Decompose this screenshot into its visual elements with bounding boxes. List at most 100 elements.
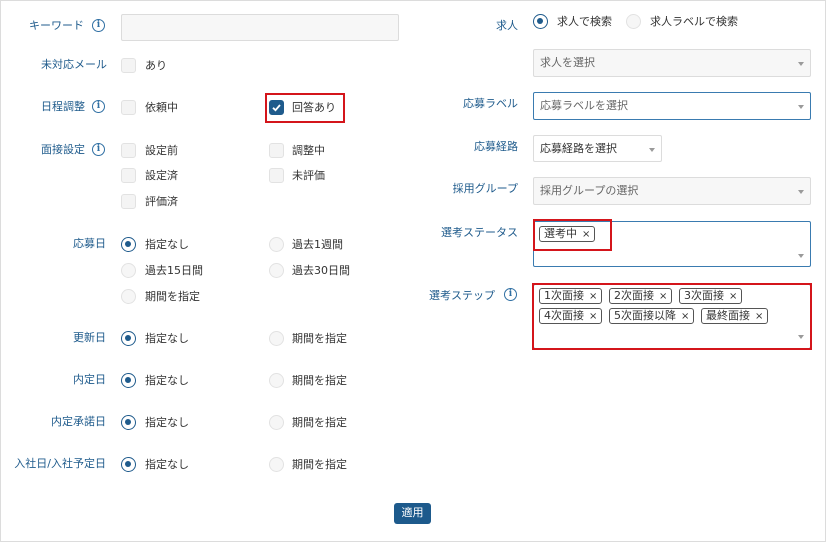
offer-date-none-label: 指定なし — [145, 374, 189, 387]
applicant-label-label: 応募ラベル — [463, 97, 518, 110]
remove-icon[interactable]: × — [729, 291, 737, 302]
check-icon — [272, 104, 281, 112]
job-label-search-label: 求人ラベルで検索 — [650, 15, 738, 28]
applied-date-30days-label: 過去30日間 — [292, 264, 350, 277]
join-date-period-radio[interactable] — [269, 457, 284, 472]
interview-before-label: 設定前 — [145, 144, 178, 157]
group-select[interactable]: 採用グループの選択 — [533, 177, 811, 205]
applied-date-15days-radio[interactable] — [121, 263, 136, 278]
step-tag: 4次面接 × — [539, 308, 603, 324]
job-label-search-radio[interactable] — [626, 14, 641, 29]
join-date-label: 入社日/入社予定日 — [14, 457, 106, 470]
offer-accept-date-none-radio[interactable] — [121, 415, 136, 430]
step-info-icon[interactable]: i — [504, 288, 517, 301]
interview-unevaluated-label: 未評価 — [292, 169, 325, 182]
applied-date-1week-radio[interactable] — [269, 237, 284, 252]
applied-date-1week-label: 過去1週間 — [292, 238, 343, 251]
remove-icon[interactable]: × — [659, 291, 667, 302]
remove-icon[interactable]: × — [755, 311, 763, 322]
offer-date-label: 内定日 — [73, 373, 106, 386]
keyword-info-icon[interactable]: i — [92, 19, 105, 32]
interview-evaluated-checkbox[interactable] — [121, 194, 136, 209]
join-date-period-label: 期間を指定 — [292, 458, 347, 471]
apply-button[interactable]: 適用 — [394, 503, 431, 524]
step-label: 選考ステップ — [429, 289, 495, 302]
step-tag: 1次面接 × — [539, 288, 603, 304]
offer-date-period-label: 期間を指定 — [292, 374, 347, 387]
job-select-placeholder: 求人を選択 — [540, 56, 595, 69]
interview-setting-info-icon[interactable]: i — [92, 143, 105, 156]
step-tag-label: 5次面接以降 — [614, 309, 676, 322]
route-placeholder: 応募経路を選択 — [540, 142, 617, 155]
interview-before-checkbox[interactable] — [121, 143, 136, 158]
applied-date-30days-radio[interactable] — [269, 263, 284, 278]
applied-date-period-label: 期間を指定 — [145, 290, 200, 303]
job-label: 求人 — [496, 19, 518, 32]
interview-adjusting-checkbox[interactable] — [269, 143, 284, 158]
step-tag-label: 2次面接 — [614, 289, 654, 302]
offer-date-none-radio[interactable] — [121, 373, 136, 388]
remove-icon[interactable]: × — [589, 291, 597, 302]
offer-accept-date-none-label: 指定なし — [145, 416, 189, 429]
step-tag-label: 4次面接 — [544, 309, 584, 322]
interview-unevaluated-checkbox[interactable] — [269, 168, 284, 183]
status-tag-label: 選考中 — [544, 227, 577, 240]
job-search-label: 求人で検索 — [557, 15, 612, 28]
applied-date-none-radio[interactable] — [121, 237, 136, 252]
remove-icon[interactable]: × — [582, 229, 590, 240]
schedule-info-icon[interactable]: i — [92, 100, 105, 113]
updated-date-period-radio[interactable] — [269, 331, 284, 346]
unhandled-mail-label: 未対応メール — [41, 58, 107, 71]
updated-date-none-label: 指定なし — [145, 332, 189, 345]
remove-icon[interactable]: × — [681, 311, 689, 322]
applied-date-15days-label: 過去15日間 — [145, 264, 203, 277]
chevron-down-icon — [649, 148, 655, 152]
schedule-label: 日程調整 — [41, 100, 85, 113]
step-tag: 2次面接 × — [609, 288, 673, 304]
updated-date-none-radio[interactable] — [121, 331, 136, 346]
schedule-answered-label: 回答あり — [292, 101, 336, 114]
chevron-down-icon — [798, 254, 804, 258]
keyword-label: キーワード — [29, 19, 84, 32]
interview-set-checkbox[interactable] — [121, 168, 136, 183]
interview-setting-label: 面接設定 — [41, 143, 85, 156]
applied-date-none-label: 指定なし — [145, 238, 189, 251]
interview-evaluated-label: 評価済 — [145, 195, 178, 208]
route-select[interactable]: 応募経路を選択 — [533, 135, 662, 162]
remove-icon[interactable]: × — [589, 311, 597, 322]
offer-accept-date-period-radio[interactable] — [269, 415, 284, 430]
offer-accept-date-period-label: 期間を指定 — [292, 416, 347, 429]
status-label: 選考ステータス — [441, 226, 518, 239]
applied-date-period-radio[interactable] — [121, 289, 136, 304]
chevron-down-icon — [798, 105, 804, 109]
interview-adjusting-label: 調整中 — [292, 144, 325, 157]
schedule-answered-checkbox[interactable] — [269, 100, 284, 115]
step-tag: 3次面接 × — [679, 288, 743, 304]
applied-date-label: 応募日 — [73, 237, 106, 250]
search-filter-panel: キーワード i 未対応メール あり 日程調整 i 依頼中 回答あり 面接設定 i… — [0, 0, 826, 542]
applicant-label-placeholder: 応募ラベルを選択 — [540, 99, 628, 112]
group-placeholder: 採用グループの選択 — [540, 184, 639, 197]
chevron-down-icon — [798, 190, 804, 194]
status-tag: 選考中 × — [539, 226, 596, 242]
step-tag-label: 最終面接 — [706, 309, 750, 322]
keyword-input[interactable] — [121, 14, 399, 41]
applicant-label-select[interactable]: 応募ラベルを選択 — [533, 92, 811, 120]
unhandled-mail-option: あり — [145, 59, 167, 72]
step-tag: 5次面接以降 × — [609, 308, 695, 324]
join-date-none-radio[interactable] — [121, 457, 136, 472]
job-select[interactable]: 求人を選択 — [533, 49, 811, 77]
unhandled-mail-checkbox[interactable] — [121, 58, 136, 73]
step-tag-label: 3次面接 — [684, 289, 724, 302]
job-search-radio[interactable] — [533, 14, 548, 29]
group-label: 採用グループ — [452, 182, 518, 195]
route-label: 応募経路 — [474, 140, 518, 153]
offer-date-period-radio[interactable] — [269, 373, 284, 388]
step-tag: 最終面接 × — [701, 308, 769, 324]
step-tag-label: 1次面接 — [544, 289, 584, 302]
chevron-down-icon — [798, 62, 804, 66]
schedule-requesting-checkbox[interactable] — [121, 100, 136, 115]
updated-date-period-label: 期間を指定 — [292, 332, 347, 345]
offer-accept-date-label: 内定承諾日 — [51, 415, 106, 428]
interview-set-label: 設定済 — [145, 169, 178, 182]
